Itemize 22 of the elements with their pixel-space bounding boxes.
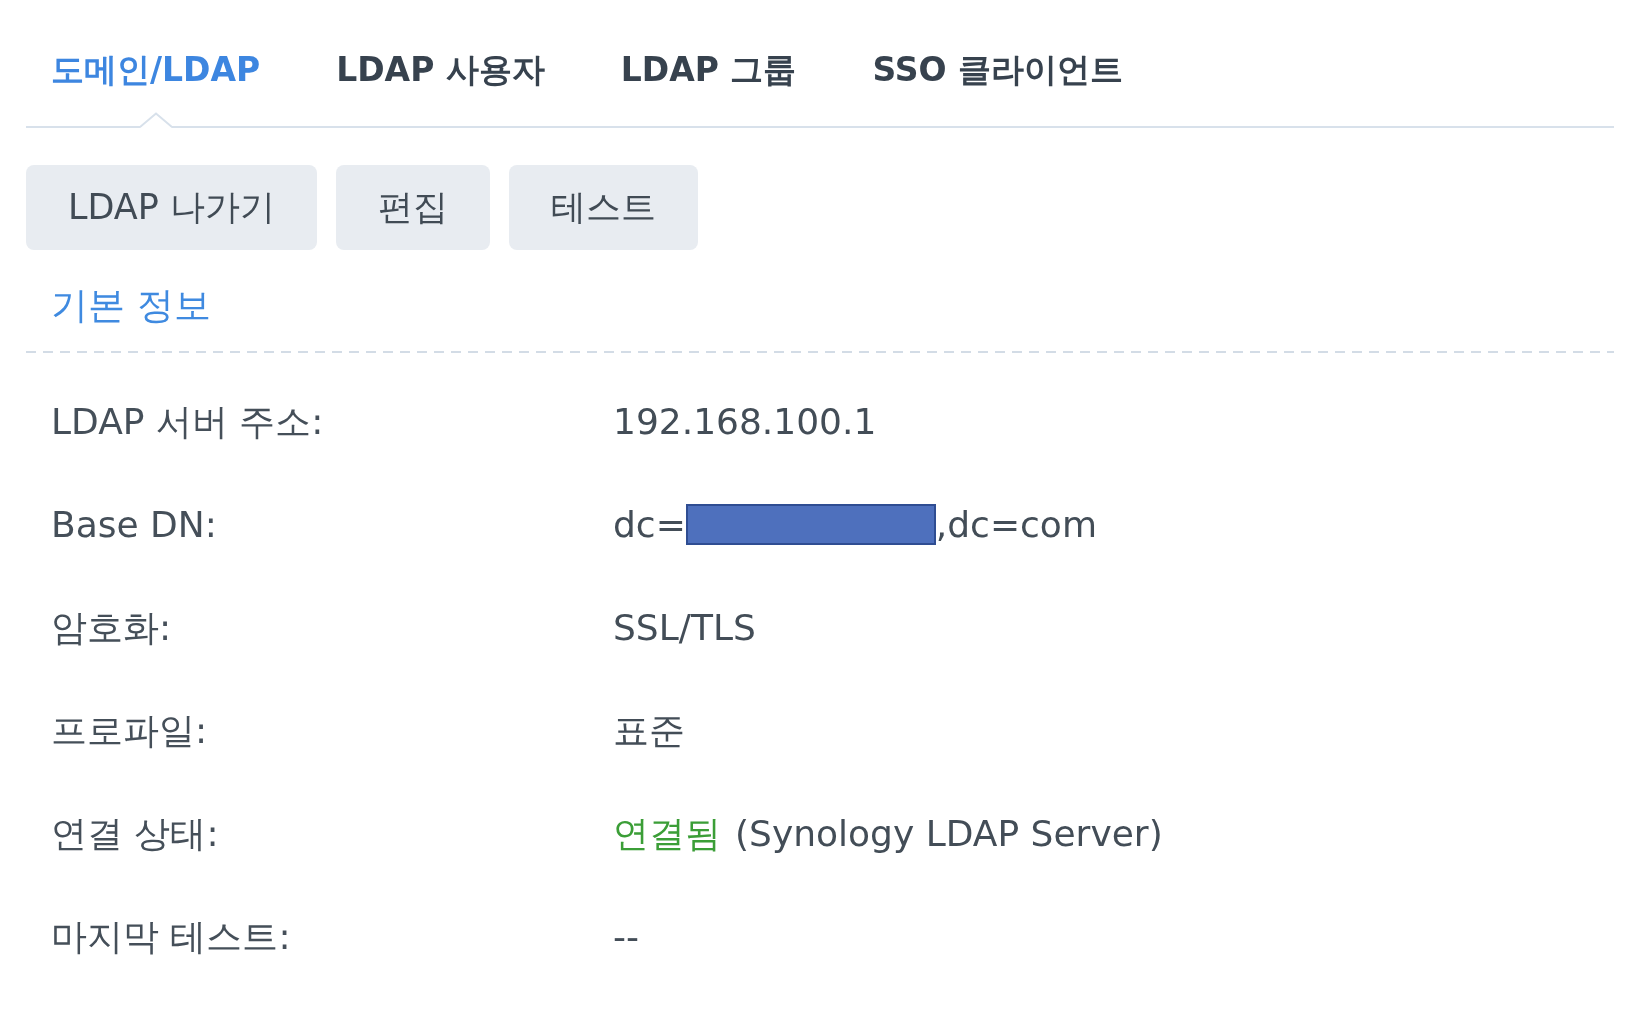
section-heading: 기본 정보 — [51, 283, 211, 329]
field-label: 암호화: — [51, 605, 172, 650]
field-label: 마지막 테스트: — [51, 914, 291, 959]
toolbar-button[interactable]: 편집 — [336, 165, 490, 250]
tab[interactable]: 도메인/LDAP — [51, 0, 261, 126]
status-detail: (Synology LDAP Server) — [735, 811, 1163, 856]
field-value: dc= — [613, 502, 686, 547]
tab[interactable]: LDAP 사용자 — [336, 0, 545, 126]
field-value: -- — [613, 914, 639, 959]
field-label: LDAP 서버 주소: — [51, 399, 324, 444]
field-label: Base DN: — [51, 502, 217, 547]
field-value: 192.168.100.1 — [613, 399, 877, 444]
field-value: ,dc=com — [935, 502, 1097, 547]
tab[interactable]: SSO 클라이언트 — [872, 0, 1124, 126]
field-label: 프로파일: — [51, 708, 208, 753]
field-value: SSL/TLS — [613, 605, 756, 650]
status-text: 연결됨 — [613, 811, 721, 856]
tab[interactable]: LDAP 그룹 — [620, 0, 797, 126]
toolbar-button[interactable]: 테스트 — [509, 165, 698, 250]
field-value: 표준 — [613, 708, 685, 753]
toolbar-button[interactable]: LDAP 나가기 — [26, 165, 317, 250]
field-label: 연결 상태: — [51, 811, 219, 856]
